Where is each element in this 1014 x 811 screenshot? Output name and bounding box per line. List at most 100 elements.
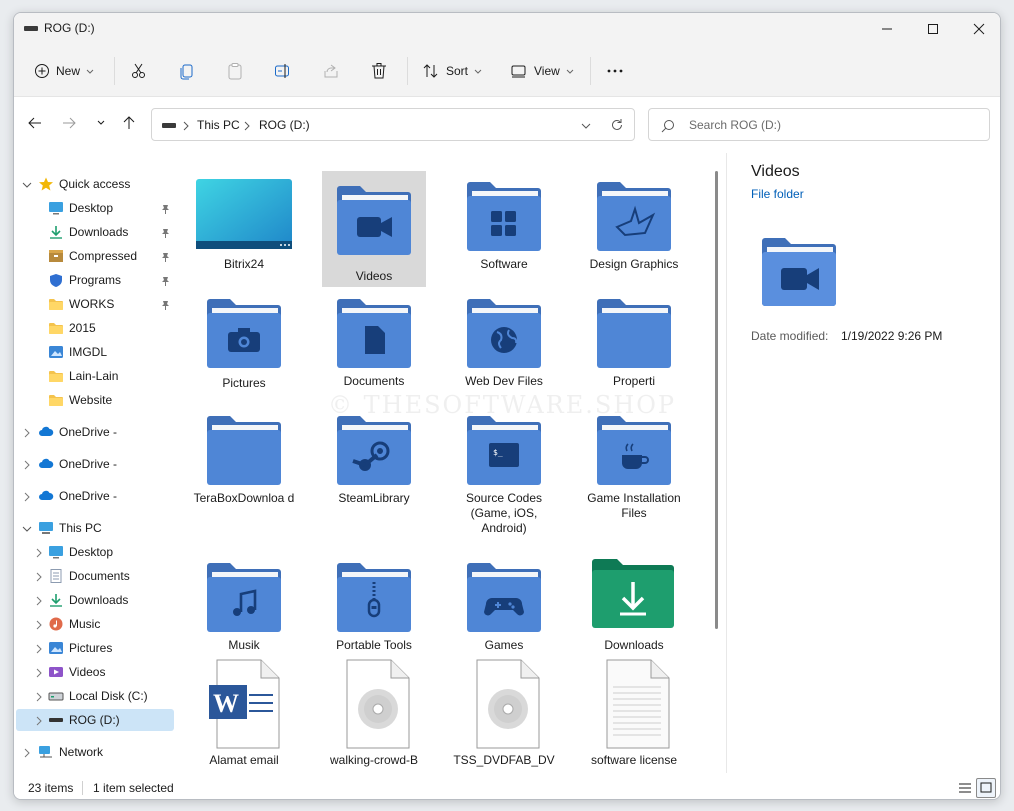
new-button[interactable]: New — [34, 57, 94, 85]
nav-quick-item-2015[interactable]: 2015 — [16, 317, 174, 339]
nav-onedrive-1[interactable]: OneDrive - — [16, 421, 174, 443]
copy-button[interactable] — [178, 57, 196, 85]
chevron-down-icon[interactable] — [580, 120, 592, 132]
arrow-up-icon — [123, 116, 135, 129]
sort-button[interactable]: Sort — [422, 57, 482, 85]
chevron-down-icon[interactable] — [22, 179, 32, 189]
nav-quick-item-programs[interactable]: Programs — [16, 269, 174, 291]
nav-pc-item-documents[interactable]: Documents — [16, 565, 174, 587]
breadcrumb-current[interactable]: ROG (D:) — [259, 118, 310, 132]
chevron-right-icon[interactable] — [22, 459, 32, 470]
chevron-right-icon[interactable] — [34, 715, 44, 726]
chevron-right-icon[interactable] — [22, 747, 32, 758]
file-name: Software — [480, 257, 528, 271]
vertical-scrollbar[interactable] — [715, 171, 718, 629]
chevron-down-icon[interactable] — [22, 523, 32, 533]
sort-label: Sort — [446, 64, 469, 78]
chevron-right-icon[interactable] — [34, 571, 44, 582]
file-tile[interactable]: Musik — [192, 540, 296, 656]
file-name: Bitrix24 — [223, 257, 264, 271]
nav-pc-item-music[interactable]: Music — [16, 613, 174, 635]
search-box[interactable]: Search ROG (D:) — [648, 108, 990, 141]
file-tile[interactable]: Games — [452, 540, 556, 656]
nav-pc-item-rog-d-[interactable]: ROG (D:) — [16, 709, 174, 731]
more-dots-icon — [607, 69, 623, 73]
nav-quick-item-downloads[interactable]: Downloads — [16, 221, 174, 243]
file-tile[interactable]: TeraBoxDownloa d — [192, 393, 296, 509]
file-tile[interactable]: Properti — [582, 276, 686, 392]
chevron-right-icon[interactable] — [34, 547, 44, 558]
disc-file-icon — [335, 659, 413, 752]
file-tile[interactable]: Bitrix24 — [192, 159, 296, 275]
file-tile[interactable]: Pictures — [192, 276, 296, 392]
chevron-right-icon[interactable] — [34, 691, 44, 702]
minimize-button[interactable] — [864, 13, 910, 45]
more-options-button[interactable] — [606, 57, 624, 85]
file-tile[interactable]: Design Graphics — [582, 159, 686, 275]
tiles-view-button[interactable] — [976, 778, 996, 798]
nav-pc-item-pictures[interactable]: Pictures — [16, 637, 174, 659]
nav-network[interactable]: Network — [16, 741, 174, 763]
nav-pc-item-videos[interactable]: Videos — [16, 661, 174, 683]
file-tile[interactable]: Software — [452, 159, 556, 275]
forward-button[interactable] — [58, 112, 80, 134]
breadcrumb-this-pc[interactable]: This PC — [197, 118, 240, 132]
chevron-right-icon[interactable] — [34, 667, 44, 678]
up-button[interactable] — [118, 112, 140, 134]
address-bar[interactable]: This PC ROG (D:) — [151, 108, 635, 141]
file-tile[interactable]: TSS_DVDFAB_DV — [452, 657, 556, 773]
nav-pc-item-desktop[interactable]: Desktop — [16, 541, 174, 563]
document-icon — [335, 296, 413, 373]
chevron-down-icon — [566, 69, 574, 74]
details-view-icon[interactable] — [958, 781, 972, 795]
file-tile[interactable]: W Alamat email — [192, 657, 296, 773]
file-name: TeraBoxDownloa d — [193, 491, 295, 505]
chevron-right-icon[interactable] — [22, 491, 32, 502]
rename-icon — [275, 64, 289, 78]
file-name: Design Graphics — [589, 257, 679, 271]
nav-quick-item-lain-lain[interactable]: Lain-Lain — [16, 365, 174, 387]
nav-quick-item-works[interactable]: WORKS — [16, 293, 174, 315]
cut-button[interactable] — [130, 57, 148, 85]
nav-quick-item-desktop[interactable]: Desktop — [16, 197, 174, 219]
file-name: software license — [590, 753, 678, 767]
scissors-icon — [132, 63, 145, 78]
nav-quick-item-compressed[interactable]: Compressed — [16, 245, 174, 267]
nav-pc-item-downloads[interactable]: Downloads — [16, 589, 174, 611]
file-tile[interactable]: Documents — [322, 276, 426, 392]
file-tile[interactable]: Downloads — [582, 540, 686, 656]
nav-pc-item-local-disk-c-[interactable]: Local Disk (C:) — [16, 685, 174, 707]
view-button[interactable]: View — [510, 57, 574, 85]
close-button[interactable] — [956, 13, 1000, 45]
nav-onedrive-3[interactable]: OneDrive - — [16, 485, 174, 507]
nav-onedrive-2[interactable]: OneDrive - — [16, 453, 174, 475]
back-button[interactable] — [24, 112, 46, 134]
recent-locations-button[interactable] — [90, 112, 112, 134]
chevron-right-icon[interactable] — [34, 595, 44, 606]
nav-quick-access[interactable]: Quick access — [16, 173, 174, 195]
view-icon — [511, 65, 526, 78]
chevron-right-icon[interactable] — [34, 643, 44, 654]
search-icon — [661, 120, 674, 133]
refresh-icon[interactable] — [610, 118, 624, 132]
file-tile[interactable]: software license — [582, 657, 686, 773]
pin-icon — [161, 299, 170, 310]
delete-button[interactable] — [370, 57, 388, 85]
file-tile[interactable]: walking-crowd-B — [322, 657, 426, 773]
file-tile[interactable]: Portable Tools — [322, 540, 426, 656]
nav-this-pc[interactable]: This PC — [16, 517, 174, 539]
file-tile[interactable]: Web Dev Files — [452, 276, 556, 392]
rename-button[interactable] — [274, 57, 292, 85]
nav-quick-item-website[interactable]: Website — [16, 389, 174, 411]
maximize-button[interactable] — [910, 13, 956, 45]
file-tile[interactable]: Videos — [322, 171, 426, 287]
folder-icon — [48, 321, 64, 335]
chevron-right-icon[interactable] — [34, 619, 44, 630]
nav-quick-item-imgdl[interactable]: IMGDL — [16, 341, 174, 363]
file-name: Web Dev Files — [465, 374, 543, 388]
disk-icon — [48, 689, 64, 703]
chevron-right-icon[interactable] — [22, 427, 32, 438]
paste-button[interactable] — [226, 57, 244, 85]
share-button[interactable] — [322, 57, 340, 85]
nav-label: Quick access — [59, 177, 131, 191]
